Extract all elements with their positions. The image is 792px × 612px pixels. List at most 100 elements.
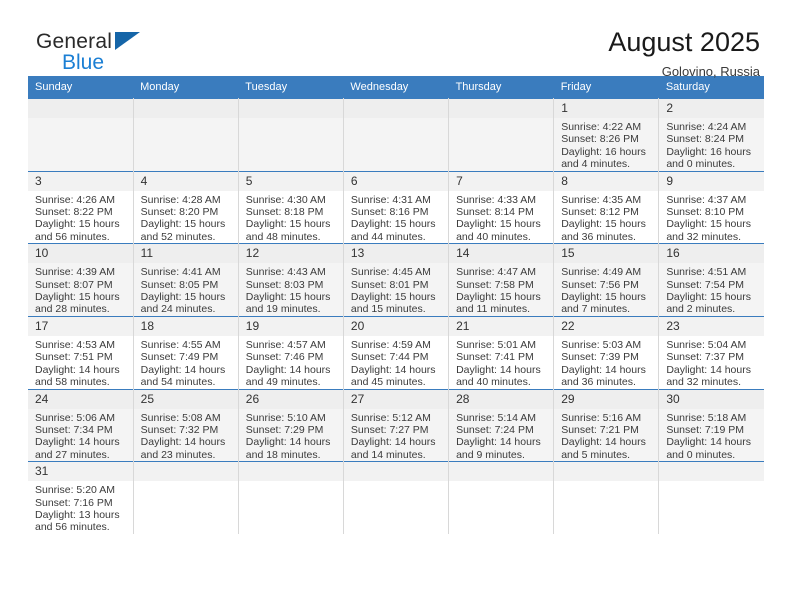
calendar-day-cell[interactable]: 23 Sunrise: 5:04 AM Sunset: 7:37 PM Dayl…: [658, 315, 764, 389]
sunset-text: Sunset: 8:03 PM: [245, 278, 324, 291]
calendar-day-cell-empty: [553, 461, 660, 534]
sunrise-text: Sunrise: 4:49 AM: [561, 266, 642, 279]
daylight-text-line1: Daylight: 14 hours: [140, 363, 226, 376]
day-number: 9: [659, 171, 764, 191]
calendar-day-cell[interactable]: 26 Sunrise: 5:10 AM Sunset: 7:29 PM Dayl…: [238, 388, 344, 462]
day-info: Sunrise: 4:35 AM Sunset: 8:12 PM Dayligh…: [554, 191, 658, 244]
calendar-day-cell[interactable]: 3 Sunrise: 4:26 AM Sunset: 8:22 PM Dayli…: [28, 170, 134, 244]
weekday-header-monday: Monday: [133, 76, 239, 99]
daylight-text-line1: Daylight: 15 hours: [350, 218, 436, 231]
calendar-day-cell[interactable]: 22 Sunrise: 5:03 AM Sunset: 7:39 PM Dayl…: [553, 315, 660, 389]
sunrise-text: Sunrise: 5:16 AM: [561, 411, 642, 424]
sunset-text: Sunset: 7:54 PM: [666, 278, 744, 291]
sunrise-text: Sunrise: 4:33 AM: [456, 193, 537, 206]
daylight-text-line1: Daylight: 14 hours: [35, 436, 120, 449]
calendar-day-cell[interactable]: 13 Sunrise: 4:45 AM Sunset: 8:01 PM Dayl…: [343, 243, 450, 317]
sunrise-text: Sunrise: 5:10 AM: [245, 411, 326, 424]
day-number: 5: [238, 171, 343, 191]
calendar-day-cell[interactable]: 7 Sunrise: 4:33 AM Sunset: 8:14 PM Dayli…: [448, 170, 555, 244]
calendar-day-cell[interactable]: 20 Sunrise: 4:59 AM Sunset: 7:44 PM Dayl…: [343, 315, 450, 389]
calendar-day-cell[interactable]: 4 Sunrise: 4:28 AM Sunset: 8:20 PM Dayli…: [133, 170, 239, 244]
calendar-week-row: 24 Sunrise: 5:06 AM Sunset: 7:34 PM Dayl…: [28, 388, 764, 462]
day-number: 6: [343, 171, 449, 191]
daylight-text-line1: Daylight: 14 hours: [561, 436, 646, 449]
sunset-text: Sunset: 7:24 PM: [456, 423, 534, 436]
day-number: 20: [343, 316, 449, 336]
day-info: Sunrise: 4:43 AM Sunset: 8:03 PM Dayligh…: [239, 263, 343, 316]
daylight-text-line2: and 36 minutes.: [561, 230, 636, 243]
daylight-text-line2: and 2 minutes.: [666, 303, 736, 316]
calendar-day-cell[interactable]: 29 Sunrise: 5:16 AM Sunset: 7:21 PM Dayl…: [553, 388, 660, 462]
sunrise-text: Sunrise: 4:30 AM: [245, 193, 326, 206]
calendar-day-cell[interactable]: 21 Sunrise: 5:01 AM Sunset: 7:41 PM Dayl…: [448, 315, 555, 389]
calendar-day-cell[interactable]: 30 Sunrise: 5:18 AM Sunset: 7:19 PM Dayl…: [658, 388, 764, 462]
daylight-text-line2: and 23 minutes.: [140, 448, 216, 461]
daylight-text-line2: and 28 minutes.: [35, 303, 110, 316]
sunrise-text: Sunrise: 5:01 AM: [456, 338, 537, 351]
calendar-day-cell[interactable]: 28 Sunrise: 5:14 AM Sunset: 7:24 PM Dayl…: [448, 388, 555, 462]
calendar-day-cell[interactable]: 16 Sunrise: 4:51 AM Sunset: 7:54 PM Dayl…: [658, 243, 764, 317]
day-info: Sunrise: 4:39 AM Sunset: 8:07 PM Dayligh…: [28, 263, 133, 316]
page-title: August 2025: [608, 27, 760, 57]
sunset-text: Sunset: 8:24 PM: [666, 133, 744, 146]
calendar-day-cell[interactable]: 27 Sunrise: 5:12 AM Sunset: 7:27 PM Dayl…: [343, 388, 450, 462]
sunset-text: Sunset: 8:20 PM: [140, 206, 219, 219]
day-number: 16: [659, 244, 764, 264]
calendar-day-cell[interactable]: 15 Sunrise: 4:49 AM Sunset: 7:56 PM Dayl…: [553, 243, 660, 317]
calendar-day-cell-empty: [238, 98, 344, 172]
daylight-text-line1: Daylight: 14 hours: [456, 436, 541, 449]
sunset-text: Sunset: 7:58 PM: [456, 278, 534, 291]
day-number: 7: [449, 171, 554, 191]
day-number: 28: [449, 389, 554, 409]
daylight-text-line2: and 54 minutes.: [140, 376, 216, 389]
sunrise-text: Sunrise: 5:03 AM: [561, 338, 642, 351]
daylight-text-line1: Daylight: 14 hours: [666, 436, 751, 449]
calendar-day-cell[interactable]: 11 Sunrise: 4:41 AM Sunset: 8:05 PM Dayl…: [133, 243, 239, 317]
calendar-day-cell[interactable]: 25 Sunrise: 5:08 AM Sunset: 7:32 PM Dayl…: [133, 388, 239, 462]
daylight-text-line1: Daylight: 15 hours: [561, 218, 646, 231]
calendar-day-cell-empty: [343, 98, 450, 172]
sunset-text: Sunset: 8:14 PM: [456, 206, 534, 219]
calendar-day-cell[interactable]: 6 Sunrise: 4:31 AM Sunset: 8:16 PM Dayli…: [343, 170, 450, 244]
calendar-day-cell[interactable]: 10 Sunrise: 4:39 AM Sunset: 8:07 PM Dayl…: [28, 243, 134, 317]
calendar-day-cell[interactable]: 18 Sunrise: 4:55 AM Sunset: 7:49 PM Dayl…: [133, 315, 239, 389]
day-info: Sunrise: 5:14 AM Sunset: 7:24 PM Dayligh…: [449, 409, 553, 462]
daylight-text-line1: Daylight: 15 hours: [35, 291, 120, 304]
day-number: 23: [659, 316, 764, 336]
daylight-text-line1: Daylight: 13 hours: [35, 508, 120, 521]
calendar-day-cell[interactable]: 31 Sunrise: 5:20 AM Sunset: 7:16 PM Dayl…: [28, 461, 134, 534]
sunset-text: Sunset: 7:49 PM: [140, 351, 219, 364]
calendar-day-cell[interactable]: 14 Sunrise: 4:47 AM Sunset: 7:58 PM Dayl…: [448, 243, 555, 317]
calendar-day-cell[interactable]: 17 Sunrise: 4:53 AM Sunset: 7:51 PM Dayl…: [28, 315, 134, 389]
calendar-day-cell[interactable]: 5 Sunrise: 4:30 AM Sunset: 8:18 PM Dayli…: [238, 170, 344, 244]
sunrise-text: Sunrise: 5:14 AM: [456, 411, 537, 424]
day-info: Sunrise: 4:45 AM Sunset: 8:01 PM Dayligh…: [344, 263, 448, 316]
daylight-text-line2: and 49 minutes.: [245, 376, 321, 389]
sunrise-text: Sunrise: 4:22 AM: [561, 121, 642, 133]
sunset-text: Sunset: 8:16 PM: [350, 206, 429, 219]
calendar-day-cell[interactable]: 24 Sunrise: 5:06 AM Sunset: 7:34 PM Dayl…: [28, 388, 134, 462]
calendar-day-cell-empty: [133, 461, 239, 534]
daylight-text-line2: and 18 minutes.: [245, 448, 321, 461]
day-info: Sunrise: 4:57 AM Sunset: 7:46 PM Dayligh…: [239, 336, 343, 389]
calendar-day-cell[interactable]: 2 Sunrise: 4:24 AM Sunset: 8:24 PM Dayli…: [658, 98, 764, 172]
calendar-day-cell[interactable]: 9 Sunrise: 4:37 AM Sunset: 8:10 PM Dayli…: [658, 170, 764, 244]
calendar-day-cell[interactable]: 12 Sunrise: 4:43 AM Sunset: 8:03 PM Dayl…: [238, 243, 344, 317]
daylight-text-line1: Daylight: 14 hours: [140, 436, 226, 449]
general-blue-logo[interactable]: General Blue: [28, 26, 216, 73]
daylight-text-line1: Daylight: 14 hours: [561, 363, 646, 376]
day-info: Sunrise: 4:51 AM Sunset: 7:54 PM Dayligh…: [659, 263, 764, 316]
calendar-day-cell[interactable]: 19 Sunrise: 4:57 AM Sunset: 7:46 PM Dayl…: [238, 315, 344, 389]
sunset-text: Sunset: 7:37 PM: [666, 351, 744, 364]
calendar-day-cell[interactable]: 8 Sunrise: 4:35 AM Sunset: 8:12 PM Dayli…: [553, 170, 660, 244]
sunrise-text: Sunrise: 4:41 AM: [140, 266, 221, 279]
daylight-text-line2: and 11 minutes.: [456, 303, 530, 316]
day-number: 4: [133, 171, 238, 191]
calendar-day-cell[interactable]: 1 Sunrise: 4:22 AM Sunset: 8:26 PM Dayli…: [553, 98, 660, 172]
day-number: 15: [554, 244, 659, 264]
calendar-body: 1 Sunrise: 4:22 AM Sunset: 8:26 PM Dayli…: [28, 98, 764, 534]
sunrise-text: Sunrise: 5:20 AM: [35, 484, 115, 497]
day-number: [238, 462, 343, 482]
day-info: Sunrise: 4:53 AM Sunset: 7:51 PM Dayligh…: [28, 336, 133, 389]
day-info: Sunrise: 4:49 AM Sunset: 7:56 PM Dayligh…: [554, 263, 658, 316]
